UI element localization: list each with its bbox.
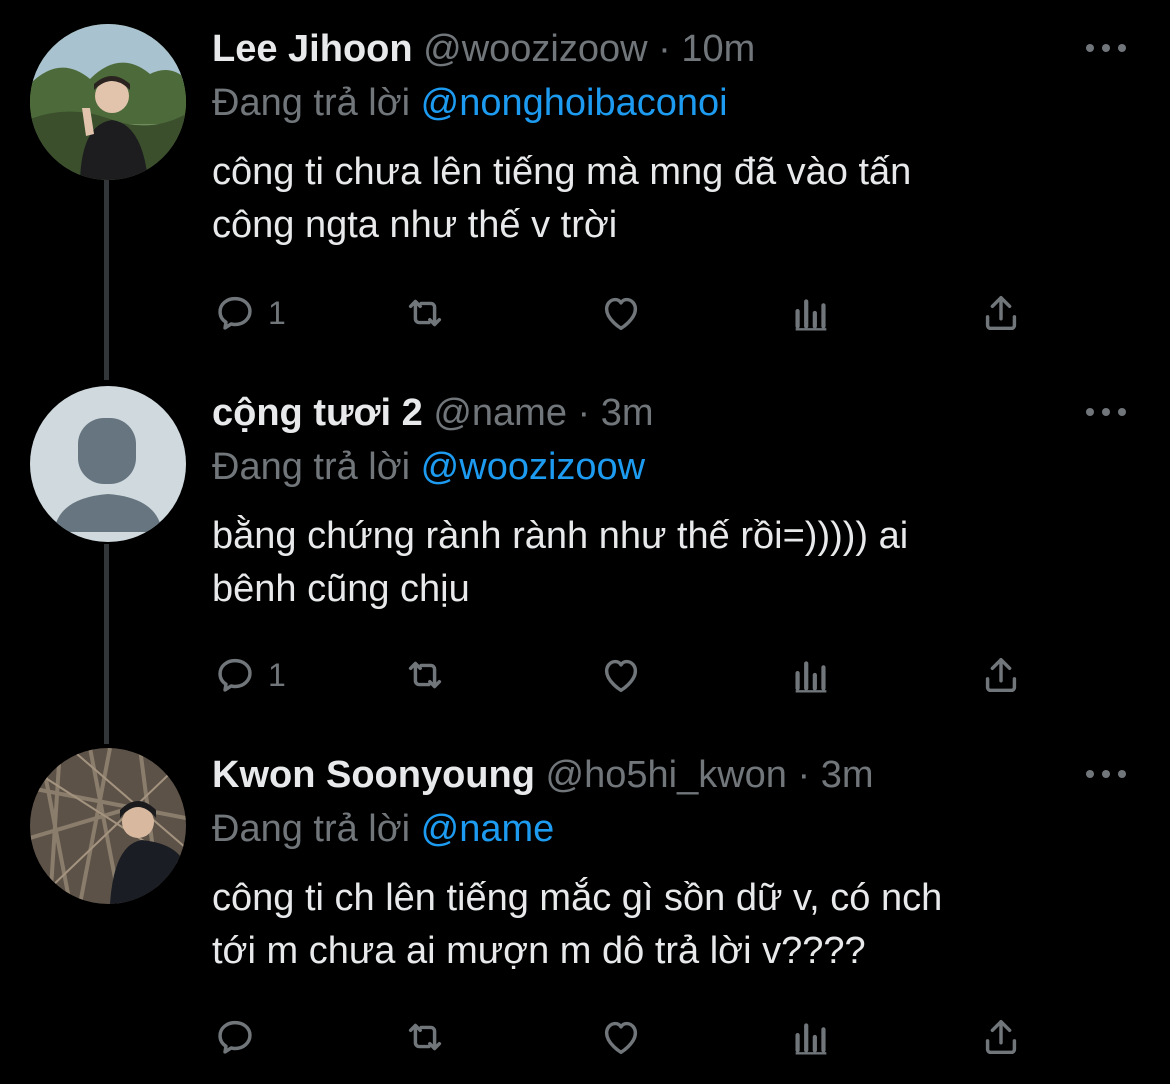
tweet-text-line: công ngta như thế v trời xyxy=(212,204,618,246)
mention-link[interactable]: @woozizoow xyxy=(421,446,645,488)
user-handle[interactable]: @name xyxy=(433,392,567,434)
more-icon[interactable] xyxy=(1086,402,1126,422)
share-icon xyxy=(985,1019,1017,1055)
reply-icon xyxy=(218,1020,252,1054)
like-icon xyxy=(604,297,638,331)
tweet-text-line: bênh cũng chịu xyxy=(212,568,470,610)
tweet[interactable]: Kwon Soonyoung @ho5hi_kwon · 3m Đang trả… xyxy=(0,726,1170,1084)
mention-link[interactable]: @name xyxy=(421,808,555,850)
tweet-text: công ti ch lên tiếng mắc gì sồn dữ v, có… xyxy=(212,872,1112,978)
tweet-header: Lee Jihoon @woozizoow · 10m xyxy=(212,26,755,72)
reply-icon xyxy=(218,296,252,330)
share-button[interactable] xyxy=(978,288,1024,338)
action-bar: 1 xyxy=(212,650,1042,700)
action-bar xyxy=(212,1012,1042,1062)
display-name[interactable]: cộng tươi 2 xyxy=(212,392,423,434)
replying-to: Đang trả lời @nonghoibaconoi xyxy=(212,80,728,126)
replying-to-label: Đang trả lời xyxy=(212,82,411,124)
timestamp[interactable]: 10m xyxy=(681,28,755,70)
like-button[interactable] xyxy=(598,650,644,700)
reply-thread: Lee Jihoon @woozizoow · 10m Đang trả lời… xyxy=(0,0,1170,1084)
avatar[interactable] xyxy=(30,24,186,180)
tweet-text: bằng chứng rành rành như thế rồi=))))) a… xyxy=(212,510,1112,616)
reply-count: 1 xyxy=(268,656,286,693)
replying-to-label: Đang trả lời xyxy=(212,808,411,850)
tweet-text-line: công ti ch lên tiếng mắc gì sồn dữ v, có… xyxy=(212,877,943,919)
share-button[interactable] xyxy=(978,1012,1024,1062)
more-icon[interactable] xyxy=(1086,764,1126,784)
display-name[interactable]: Kwon Soonyoung xyxy=(212,754,535,796)
like-button[interactable] xyxy=(598,1012,644,1062)
user-handle[interactable]: @ho5hi_kwon xyxy=(546,754,787,796)
analytics-icon xyxy=(795,661,827,693)
avatar-photo xyxy=(30,24,186,180)
reply-count: 1 xyxy=(268,294,286,331)
tweet-header: Kwon Soonyoung @ho5hi_kwon · 3m xyxy=(212,752,874,798)
separator-dot: · xyxy=(577,392,591,434)
replying-to: Đang trả lời @name xyxy=(212,806,554,852)
retweet-icon xyxy=(408,661,442,689)
tweet-text-line: tới m chưa ai mượn m dô trả lời v???? xyxy=(212,930,866,972)
like-icon xyxy=(604,659,638,693)
like-button[interactable] xyxy=(598,288,644,338)
retweet-icon xyxy=(408,1023,442,1051)
reply-button[interactable]: 1 xyxy=(212,650,286,700)
retweet-button[interactable] xyxy=(402,1012,448,1062)
analytics-button[interactable] xyxy=(788,288,834,338)
avatar-photo xyxy=(30,748,186,904)
action-bar: 1 xyxy=(212,288,1042,338)
timestamp[interactable]: 3m xyxy=(821,754,874,796)
avatar[interactable] xyxy=(30,748,186,904)
separator-dot: · xyxy=(658,28,671,70)
analytics-icon xyxy=(795,299,827,331)
display-name[interactable]: Lee Jihoon xyxy=(212,28,413,70)
separator-dot: · xyxy=(797,754,811,796)
default-avatar-icon xyxy=(30,386,186,542)
analytics-icon xyxy=(795,1023,827,1055)
tweet-text-line: bằng chứng rành rành như thế rồi=))))) a… xyxy=(212,515,909,557)
timestamp[interactable]: 3m xyxy=(601,392,654,434)
retweet-button[interactable] xyxy=(402,650,448,700)
share-icon xyxy=(985,295,1017,331)
like-icon xyxy=(604,1021,638,1055)
mention-link[interactable]: @nonghoibaconoi xyxy=(421,82,728,124)
replying-to: Đang trả lời @woozizoow xyxy=(212,444,645,490)
analytics-button[interactable] xyxy=(788,1012,834,1062)
reply-icon xyxy=(218,658,252,692)
retweet-icon xyxy=(408,299,442,327)
share-icon xyxy=(985,657,1017,693)
share-button[interactable] xyxy=(978,650,1024,700)
replying-to-label: Đang trả lời xyxy=(212,446,411,488)
retweet-button[interactable] xyxy=(402,288,448,338)
user-handle[interactable]: @woozizoow xyxy=(423,28,647,70)
more-icon[interactable] xyxy=(1086,38,1126,58)
analytics-button[interactable] xyxy=(788,650,834,700)
tweet[interactable]: Lee Jihoon @woozizoow · 10m Đang trả lời… xyxy=(0,0,1170,364)
avatar[interactable] xyxy=(30,386,186,542)
tweet[interactable]: cộng tươi 2 @name · 3m Đang trả lời @woo… xyxy=(0,364,1170,728)
tweet-text-line: công ti chưa lên tiếng mà mng đã vào tấn xyxy=(212,151,912,193)
reply-button[interactable] xyxy=(212,1012,268,1062)
tweet-header: cộng tươi 2 @name · 3m xyxy=(212,390,654,436)
tweet-text: công ti chưa lên tiếng mà mng đã vào tấn… xyxy=(212,146,1112,252)
reply-button[interactable]: 1 xyxy=(212,288,286,338)
